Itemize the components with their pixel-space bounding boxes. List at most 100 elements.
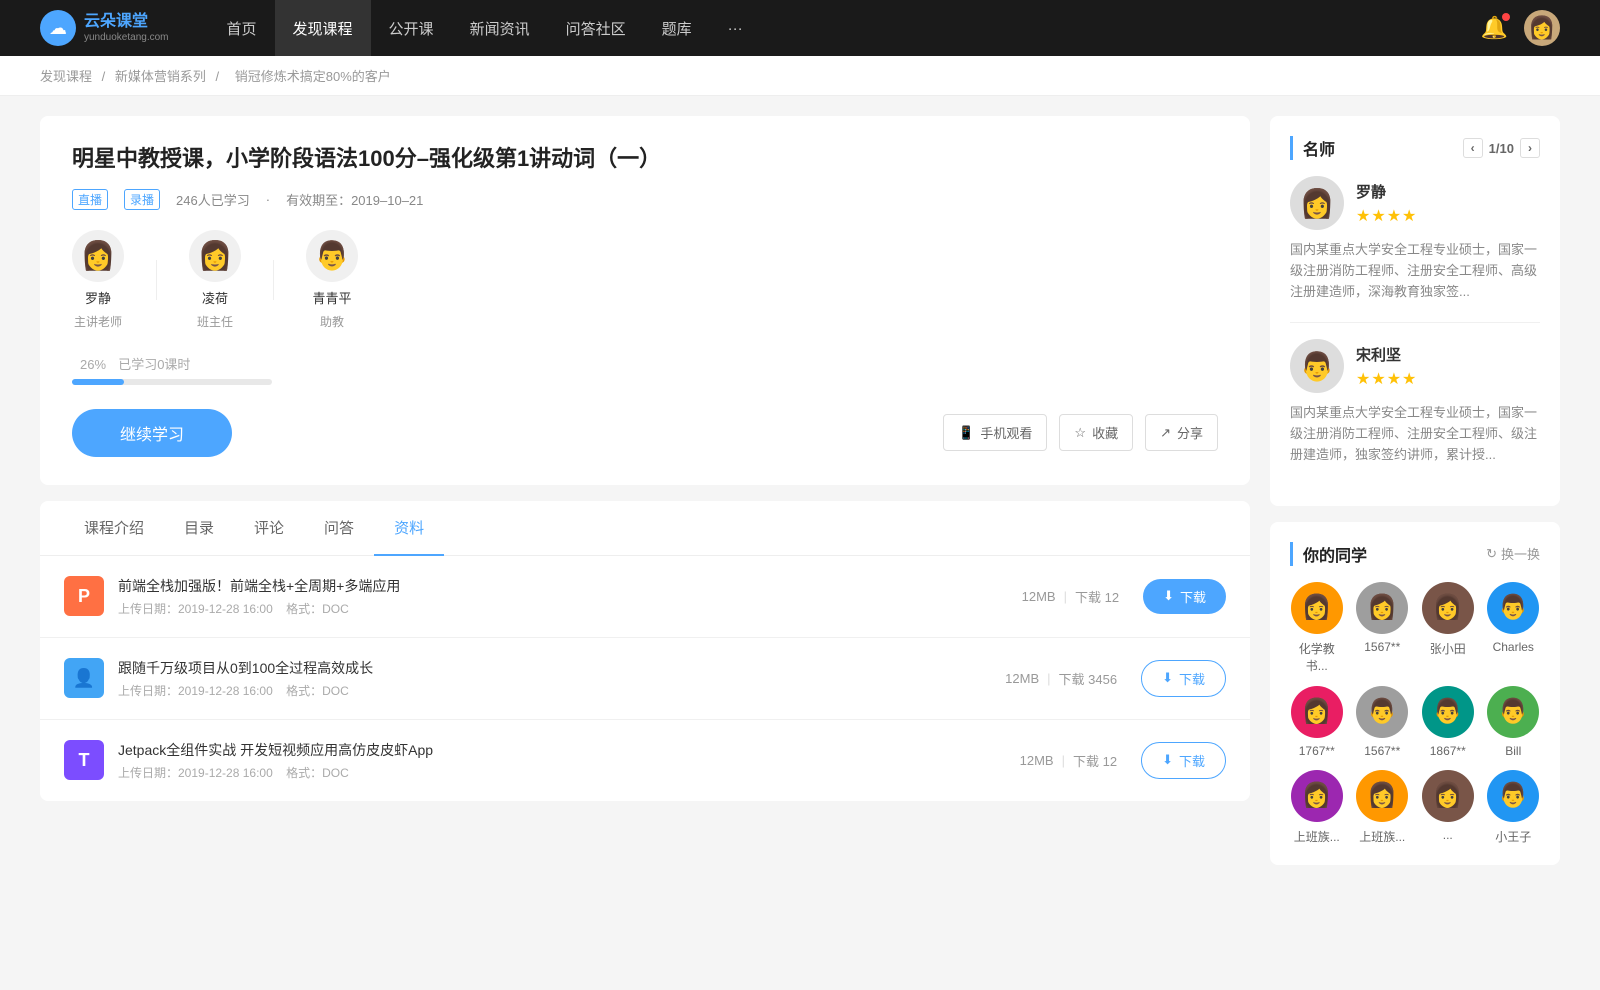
teachers-pagination: ‹ 1/10 › — [1463, 138, 1540, 158]
download-btn[interactable]: ⬇ 下载 — [1141, 742, 1226, 779]
tab-课程介绍[interactable]: 课程介绍 — [64, 501, 164, 556]
valid-until: 有效期至：2019–10–21 — [286, 190, 423, 209]
classmate-name: 1767** — [1299, 744, 1335, 758]
nav-item-首页[interactable]: 首页 — [209, 0, 275, 56]
tab-资料[interactable]: 资料 — [374, 501, 444, 556]
classmate-avatar: 👩 — [1422, 582, 1474, 634]
logo-text: 云朵课堂 yunduoketang.com — [84, 12, 169, 43]
classmate-item[interactable]: 👩 1767** — [1290, 686, 1344, 758]
teacher-profile-avatar: 👨 — [1290, 339, 1344, 393]
download-icon: ⬇ — [1162, 752, 1173, 768]
teacher-name: 罗静 — [85, 288, 111, 307]
breadcrumb-item-1[interactable]: 发现课程 — [40, 69, 92, 84]
teacher-avatar: 👩 — [72, 230, 124, 282]
teacher-role: 主讲老师 — [74, 313, 122, 330]
nav-item-问答社区[interactable]: 问答社区 — [548, 0, 644, 56]
mobile-watch-btn[interactable]: 📱 手机观看 — [943, 414, 1047, 451]
teacher-profile-name: 罗静 — [1356, 181, 1417, 202]
resource-meta: 上传日期：2019-12-28 16:00 格式：DOC — [118, 764, 996, 781]
classmate-name: ... — [1443, 828, 1453, 842]
course-header-card: 明星中教授课，小学阶段语法100分–强化级第1讲动词（一） 直播 录播 246人… — [40, 116, 1250, 485]
nav-item-公开课[interactable]: 公开课 — [371, 0, 452, 56]
teacher-profile-info: 罗静 ★★★★ — [1356, 181, 1417, 226]
classmate-item[interactable]: 👩 ... — [1421, 770, 1475, 845]
teacher-avatar: 👩 — [189, 230, 241, 282]
badge-record: 录播 — [124, 189, 160, 210]
resource-icon: 👤 — [64, 658, 104, 698]
classmate-item[interactable]: 👨 Charles — [1487, 582, 1541, 674]
content-area: 明星中教授课，小学阶段语法100分–强化级第1讲动词（一） 直播 录播 246人… — [40, 116, 1250, 881]
classmate-avatar: 👩 — [1291, 582, 1343, 634]
classmate-name: 化学教书... — [1290, 640, 1344, 674]
logo-icon: ☁ — [40, 10, 76, 46]
teacher-name: 凌荷 — [202, 288, 228, 307]
resource-downloads: 下载 12 — [1073, 751, 1117, 770]
classmate-avatar: 👨 — [1487, 770, 1539, 822]
classmate-name: 小王子 — [1495, 828, 1531, 845]
resource-stats: 12MB | 下载 12 — [1020, 751, 1117, 770]
nav-item-题库[interactable]: 题库 — [644, 0, 710, 56]
notification-bell[interactable]: 🔔 — [1481, 15, 1508, 41]
classmate-item[interactable]: 👩 张小田 — [1421, 582, 1475, 674]
progress-bar-bg — [72, 379, 272, 385]
tab-评论[interactable]: 评论 — [234, 501, 304, 556]
dot-sep: · — [266, 192, 270, 207]
resource-size: 12MB — [1022, 589, 1056, 604]
resource-stats: 12MB | 下载 12 — [1022, 587, 1119, 606]
teacher-divider — [156, 260, 157, 300]
teacher-divider-h — [1290, 322, 1540, 323]
resource-info: 跟随千万级项目从0到100全过程高效成长 上传日期：2019-12-28 16:… — [118, 658, 981, 699]
notification-dot — [1502, 13, 1510, 21]
teacher-stars: ★★★★ — [1356, 369, 1417, 389]
nav-item-···[interactable]: ··· — [710, 0, 761, 56]
main-layout: 明星中教授课，小学阶段语法100分–强化级第1讲动词（一） 直播 录播 246人… — [0, 96, 1600, 901]
course-meta: 直播 录播 246人已学习 · 有效期至：2019–10–21 — [72, 189, 1218, 210]
classmate-name: Bill — [1505, 744, 1521, 758]
download-btn[interactable]: ⬇ 下载 — [1141, 660, 1226, 697]
user-avatar[interactable]: 👩 — [1524, 10, 1560, 46]
classmate-item[interactable]: 👨 1867** — [1421, 686, 1475, 758]
classmate-item[interactable]: 👩 化学教书... — [1290, 582, 1344, 674]
classmates-header: 你的同学 ↻ 换一换 — [1290, 542, 1540, 566]
resource-downloads: 下载 3456 — [1059, 669, 1118, 688]
classmates-title: 你的同学 — [1290, 542, 1367, 566]
tab-问答[interactable]: 问答 — [304, 501, 374, 556]
collect-btn[interactable]: ☆ 收藏 — [1059, 414, 1133, 451]
page-indicator: 1/10 — [1489, 141, 1514, 156]
classmate-item[interactable]: 👩 1567** — [1356, 582, 1410, 674]
resource-size: 12MB — [1005, 671, 1039, 686]
resource-info: 前端全栈加强版！前端全栈+全周期+多端应用 上传日期：2019-12-28 16… — [118, 576, 998, 617]
breadcrumb-item-2[interactable]: 新媒体营销系列 — [115, 69, 206, 84]
sidebar-teacher-profile-宋利坚: 👨 宋利坚 ★★★★ 国内某重点大学安全工程专业硕士，国家一级注册消防工程师、注… — [1290, 339, 1540, 465]
star-icon: ☆ — [1074, 425, 1086, 441]
classmate-avatar: 👨 — [1487, 582, 1539, 634]
classmate-item[interactable]: 👩 上班族... — [1356, 770, 1410, 845]
sidebar-teacher-profile-罗静: 👩 罗静 ★★★★ 国内某重点大学安全工程专业硕士，国家一级注册消防工程师、注册… — [1290, 176, 1540, 302]
nav-item-新闻资讯[interactable]: 新闻资讯 — [452, 0, 548, 56]
resource-size: 12MB — [1020, 753, 1054, 768]
teacher-profile-info: 宋利坚 ★★★★ — [1356, 344, 1417, 389]
classmate-item[interactable]: 👨 Bill — [1487, 686, 1541, 758]
download-btn[interactable]: ⬇ 下载 — [1143, 579, 1226, 614]
progress-section: 26% 已学习0课时 — [72, 354, 1218, 385]
classmate-item[interactable]: 👨 小王子 — [1487, 770, 1541, 845]
prev-teacher-btn[interactable]: ‹ — [1463, 138, 1483, 158]
next-teacher-btn[interactable]: › — [1520, 138, 1540, 158]
classmate-item[interactable]: 👨 1567** — [1356, 686, 1410, 758]
nav-item-发现课程[interactable]: 发现课程 — [275, 0, 371, 56]
teacher-name: 青青平 — [312, 288, 351, 307]
refresh-classmates-btn[interactable]: ↻ 换一换 — [1486, 544, 1540, 563]
teacher-item-凌荷: 👩 凌荷 班主任 — [189, 230, 241, 330]
classmate-avatar: 👩 — [1356, 582, 1408, 634]
tab-目录[interactable]: 目录 — [164, 501, 234, 556]
classmate-avatar: 👩 — [1291, 686, 1343, 738]
share-btn[interactable]: ↗ 分享 — [1145, 414, 1218, 451]
refresh-icon: ↻ — [1486, 546, 1497, 562]
classmate-item[interactable]: 👩 上班族... — [1290, 770, 1344, 845]
student-count: 246人已学习 — [176, 190, 250, 209]
logo[interactable]: ☁ 云朵课堂 yunduoketang.com — [40, 10, 169, 46]
breadcrumb-sep-2: / — [216, 69, 223, 84]
mobile-icon: 📱 — [958, 425, 974, 441]
continue-btn[interactable]: 继续学习 — [72, 409, 232, 457]
course-actions: 继续学习 📱 手机观看 ☆ 收藏 ↗ 分享 — [72, 409, 1218, 457]
